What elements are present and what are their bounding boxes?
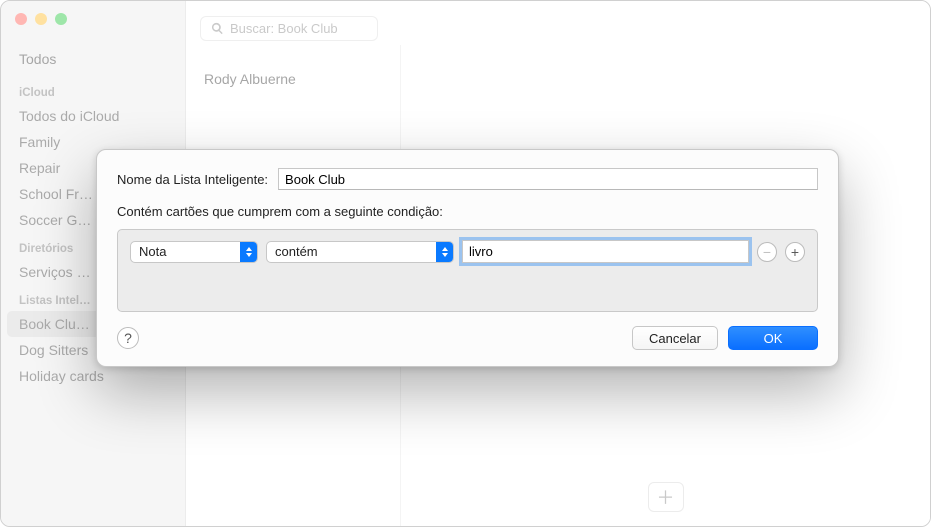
sheet-footer: ? Cancelar OK bbox=[117, 326, 818, 350]
chevron-updown-icon bbox=[436, 242, 453, 262]
smart-list-name-input[interactable] bbox=[278, 168, 818, 190]
name-label: Nome da Lista Inteligente: bbox=[117, 172, 268, 187]
add-rule-button[interactable]: + bbox=[785, 242, 805, 262]
rule-field-value: Nota bbox=[139, 244, 166, 259]
ok-label: OK bbox=[764, 331, 783, 346]
condition-subtitle: Contém cartões que cumprem com a seguint… bbox=[117, 204, 818, 219]
smart-list-sheet: Nome da Lista Inteligente: Contém cartõe… bbox=[96, 149, 839, 367]
contacts-window: Todos iCloud Todos do iCloud Family Repa… bbox=[0, 0, 931, 527]
rule-row: Nota contém − + bbox=[130, 240, 805, 263]
cancel-label: Cancelar bbox=[649, 331, 701, 346]
help-button[interactable]: ? bbox=[117, 327, 139, 349]
rule-value-input[interactable] bbox=[462, 240, 749, 263]
rules-container: Nota contém − + bbox=[117, 229, 818, 312]
ok-button[interactable]: OK bbox=[728, 326, 818, 350]
remove-rule-button[interactable]: − bbox=[757, 242, 777, 262]
cancel-button[interactable]: Cancelar bbox=[632, 326, 718, 350]
rule-operator-value: contém bbox=[275, 244, 318, 259]
chevron-updown-icon bbox=[240, 242, 257, 262]
help-icon: ? bbox=[124, 330, 132, 346]
rule-field-popup[interactable]: Nota bbox=[130, 241, 258, 263]
rule-operator-popup[interactable]: contém bbox=[266, 241, 454, 263]
